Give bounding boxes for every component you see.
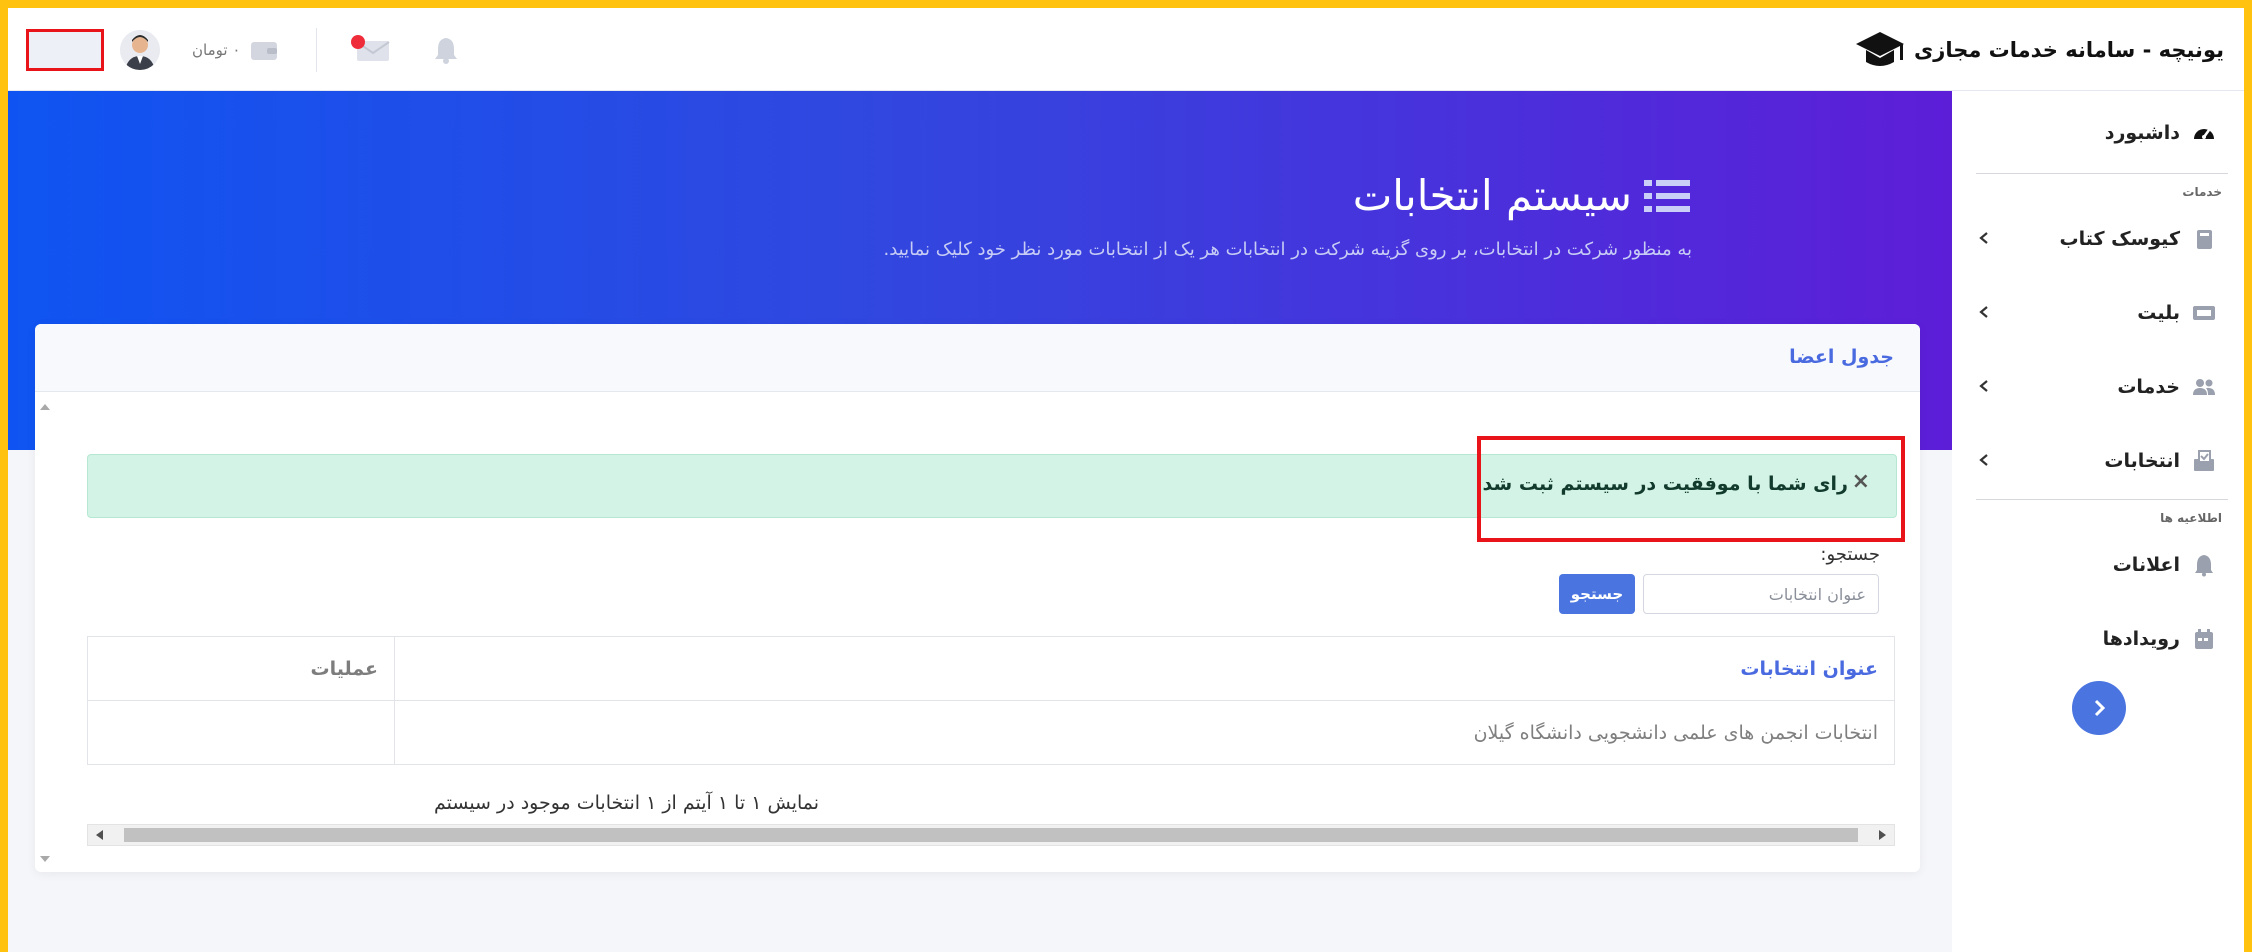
messages-button[interactable] xyxy=(351,35,391,65)
sidebar-item-label: انتخابات xyxy=(2104,450,2180,472)
vertical-scrollbar[interactable] xyxy=(35,392,55,872)
bell-icon[interactable] xyxy=(433,36,459,64)
scroll-down-icon[interactable] xyxy=(40,856,50,862)
page-title: سیستم انتخابات xyxy=(1353,171,1692,220)
members-card: جدول اعضا × رای شما با موفقیت در سیستم ث… xyxy=(35,324,1920,872)
sidebar-item-announcements[interactable]: اعلانات xyxy=(1968,545,2216,585)
scrollbar-thumb[interactable] xyxy=(124,828,1858,842)
wallet[interactable]: ۰ تومان xyxy=(192,39,278,61)
column-header-operations: عملیات xyxy=(87,636,395,701)
sidebar-item-events[interactable]: رویدادها xyxy=(1968,619,2216,659)
app-window: یونیچه - سامانه خدمات مجازی ۰ تومان سیست… xyxy=(8,8,2244,952)
search-button[interactable]: جستجو xyxy=(1559,574,1635,614)
user-avatar-icon xyxy=(120,30,160,70)
chevron-right-icon xyxy=(2094,699,2106,717)
search-input[interactable] xyxy=(1643,574,1879,614)
sidebar-item-label: خدمات xyxy=(2117,376,2180,398)
calendar-icon xyxy=(2195,629,2213,649)
table-row: انتخابات انجمن های علمی دانشجویی دانشگاه… xyxy=(87,700,1895,765)
sidebar: داشبورد خدمات کیوسک کتاب بلیت خدمات انتخ… xyxy=(1952,91,2244,952)
sidebar-item-label: اعلانات xyxy=(2112,554,2180,576)
user-toolbar: ۰ تومان xyxy=(26,28,459,72)
page-subtitle: به منظور شرکت در انتخابات، بر روی گزینه … xyxy=(883,239,1692,260)
card-title: جدول اعضا xyxy=(1789,346,1894,368)
sidebar-item-label: رویدادها xyxy=(2102,628,2180,650)
search-label: جستجو: xyxy=(1820,544,1880,565)
sidebar-item-ticket[interactable]: بلیت xyxy=(1968,293,2216,333)
chevron-left-icon xyxy=(1979,380,1988,392)
sidebar-item-label: کیوسک کتاب xyxy=(2059,228,2180,250)
card-header: جدول اعضا xyxy=(35,324,1920,392)
scroll-right-icon[interactable] xyxy=(1879,830,1886,840)
pagination-info: نمایش ۱ تا ۱ آیتم از ۱ انتخابات موجود در… xyxy=(434,792,820,814)
avatar[interactable] xyxy=(120,30,160,70)
sidebar-item-label: داشبورد xyxy=(2104,122,2180,144)
horizontal-scrollbar[interactable] xyxy=(87,824,1895,846)
bell-icon xyxy=(2195,555,2213,577)
chevron-left-icon xyxy=(1979,232,1988,244)
table-header-row: عنوان انتخابات عملیات xyxy=(87,636,1895,701)
top-navbar: یونیچه - سامانه خدمات مجازی ۰ تومان xyxy=(8,8,2244,91)
divider xyxy=(1976,499,2228,500)
sidebar-item-book-kiosk[interactable]: کیوسک کتاب xyxy=(1968,219,2216,259)
section-label-info: اطلاعیه ها xyxy=(2160,511,2222,525)
election-title-cell: انتخابات انجمن های علمی دانشجویی دانشگاه… xyxy=(394,700,1895,765)
operations-cell xyxy=(87,700,395,765)
elections-table: عنوان انتخابات عملیات انتخابات انجمن های… xyxy=(87,636,1895,765)
sidebar-item-dashboard[interactable]: داشبورد xyxy=(1968,113,2216,153)
section-label-services: خدمات xyxy=(2182,185,2222,199)
list-icon xyxy=(1644,179,1690,212)
wallet-amount: ۰ تومان xyxy=(192,41,241,59)
sidebar-item-label: بلیت xyxy=(2137,302,2180,324)
divider xyxy=(1976,173,2228,174)
chevron-left-icon xyxy=(1979,306,1988,318)
scroll-left-icon[interactable] xyxy=(96,830,103,840)
wallet-icon xyxy=(251,42,278,60)
chevron-left-icon xyxy=(1979,454,1988,466)
user-menu-highlight[interactable] xyxy=(26,29,104,71)
brand[interactable]: یونیچه - سامانه خدمات مجازی xyxy=(1854,28,2224,72)
sidebar-toggle-button[interactable] xyxy=(2072,681,2126,735)
users-icon xyxy=(2193,379,2215,395)
scroll-up-icon[interactable] xyxy=(40,404,50,410)
sidebar-item-services[interactable]: خدمات xyxy=(1968,367,2216,407)
divider xyxy=(316,28,318,72)
book-icon xyxy=(2197,230,2212,249)
page-title-text: سیستم انتخابات xyxy=(1352,171,1632,220)
vote-icon xyxy=(2194,450,2214,471)
sidebar-item-elections[interactable]: انتخابات xyxy=(1968,441,2216,481)
alert-highlight-box xyxy=(1477,436,1905,542)
dashboard-icon xyxy=(2194,129,2214,139)
graduation-cap-icon xyxy=(1856,32,1904,66)
brand-title: یونیچه - سامانه خدمات مجازی xyxy=(1914,38,2224,62)
column-header-title[interactable]: عنوان انتخابات xyxy=(394,636,1895,701)
ticket-icon xyxy=(2193,306,2215,320)
